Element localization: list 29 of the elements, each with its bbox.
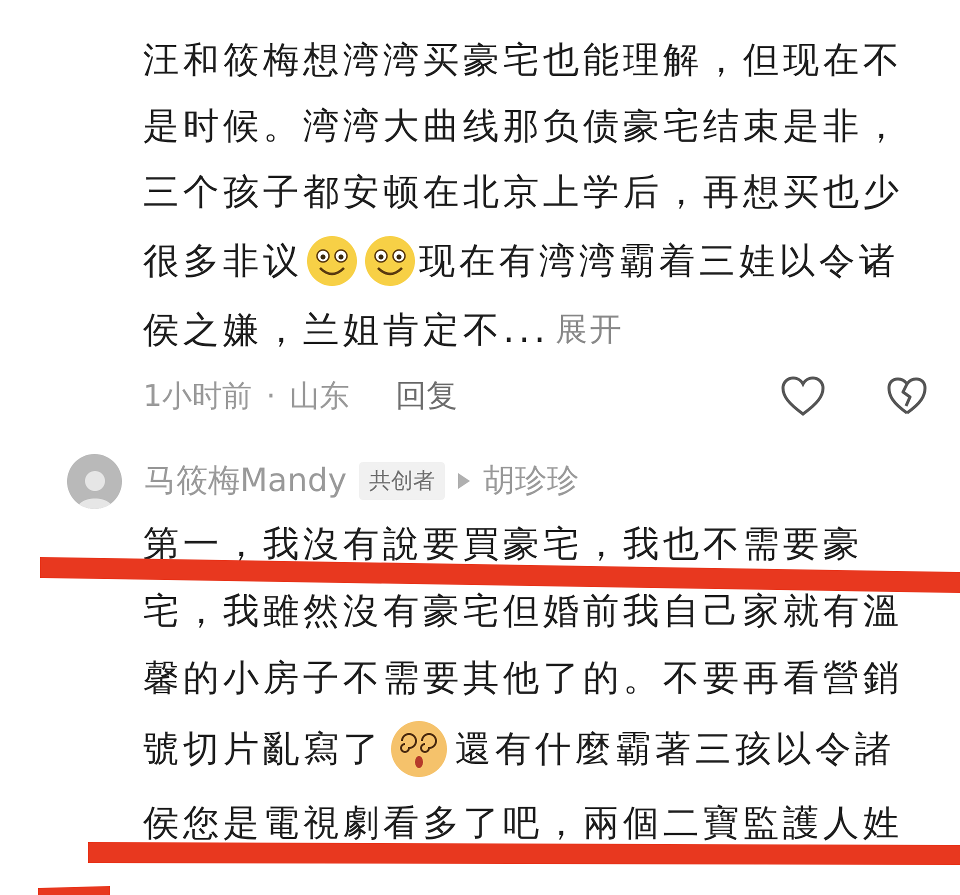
reply-arrow-icon: [456, 472, 471, 490]
marker-stroke: [38, 886, 110, 895]
comment-text: 馨的小房子不需要其他了的。不要再看營銷: [143, 657, 903, 701]
comment-text: 宅，我雖然沒有豪宅但婚前我自己家就有溫: [143, 590, 903, 634]
comment-text: 是时候。湾湾大曲线那负债豪宅结束是非，: [143, 104, 903, 148]
comment-text: 汪和筱梅想湾湾买豪宅也能理解，但现在不: [143, 38, 903, 82]
reply-target-name[interactable]: 胡珍珍: [482, 459, 579, 503]
comment-text: 還有什麼霸著三孩以令諸: [455, 728, 895, 772]
like-button[interactable]: [780, 375, 826, 417]
comment-text: 现在有湾湾霸着三娃以令诸: [419, 240, 899, 284]
comment-text: 侯之嫌，兰姐肯定不...: [143, 308, 550, 352]
location: 山东: [290, 378, 350, 416]
broken-heart-icon: [886, 376, 928, 416]
heart-icon: [780, 375, 826, 417]
dislike-button[interactable]: [886, 376, 928, 416]
expand-link[interactable]: 展开: [555, 308, 624, 352]
timestamp: 1小时前: [143, 378, 252, 416]
dizzy-emoji-icon: [389, 719, 449, 779]
creator-badge: 共创者: [358, 462, 445, 500]
author-name[interactable]: 马筱梅Mandy: [144, 459, 347, 503]
separator-dot: ·: [266, 378, 276, 414]
comment-text: 號切片亂寫了: [143, 728, 383, 772]
comment-text: 很多非议: [143, 240, 303, 284]
comment-text: 第一，我沒有說要買豪宅，我也不需要豪: [143, 523, 863, 567]
smiley-emoji-icon: [363, 234, 417, 288]
comment-text: 三个孩子都安顿在北京上学后，再想买也少: [143, 170, 903, 214]
smiley-emoji-icon: [305, 234, 359, 288]
reply-button[interactable]: 回复: [396, 375, 458, 417]
comment-text: 侯您是電視劇看多了吧，兩個二寶監護人姓: [143, 802, 903, 846]
